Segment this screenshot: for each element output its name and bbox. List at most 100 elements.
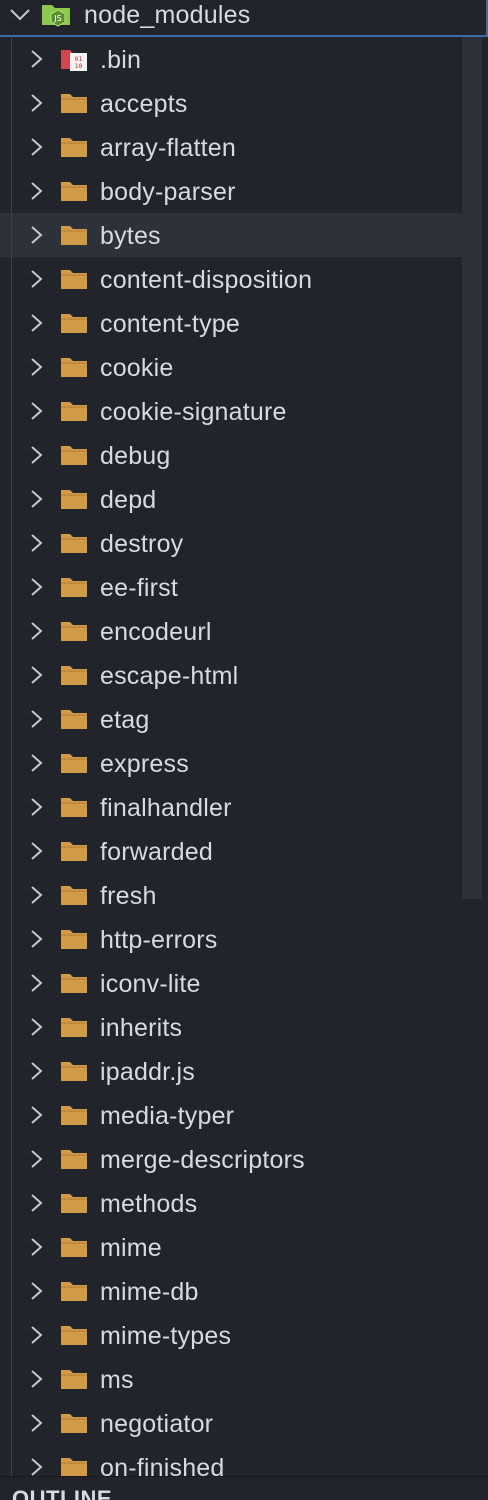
tree-item[interactable]: media-typer [0, 1093, 488, 1137]
folder-icon [60, 443, 88, 472]
tree-item-label: ee-first [100, 574, 179, 602]
folder-icon [60, 1455, 88, 1476]
chevron-right-icon[interactable] [26, 884, 46, 911]
folder-icon [60, 267, 88, 296]
tree-item[interactable]: accepts [0, 81, 488, 125]
chevron-right-icon[interactable] [26, 180, 46, 207]
chevron-right-icon[interactable] [26, 268, 46, 295]
folder-icon [60, 751, 88, 780]
tree-item[interactable]: encodeurl [0, 609, 488, 653]
chevron-right-icon[interactable] [26, 1060, 46, 1087]
folder-icon [60, 575, 88, 604]
folder-icon [60, 663, 88, 692]
chevron-right-icon[interactable] [26, 92, 46, 119]
chevron-right-icon[interactable] [26, 972, 46, 999]
tree-item[interactable]: 01 10 .bin [0, 37, 488, 81]
folder-icon [60, 707, 88, 736]
chevron-right-icon[interactable] [26, 356, 46, 383]
tree-item[interactable]: bytes [0, 213, 488, 257]
scrollbar-thumb[interactable] [462, 37, 482, 899]
chevron-right-icon[interactable] [26, 224, 46, 251]
chevron-right-icon[interactable] [26, 928, 46, 955]
chevron-right-icon[interactable] [26, 312, 46, 339]
chevron-right-icon[interactable] [26, 708, 46, 735]
tree-item[interactable]: merge-descriptors [0, 1137, 488, 1181]
tree-item-label: negotiator [100, 1410, 214, 1438]
svg-text:10: 10 [75, 62, 83, 70]
tree-item[interactable]: etag [0, 697, 488, 741]
chevron-right-icon[interactable] [26, 1192, 46, 1219]
tree-item[interactable]: array-flatten [0, 125, 488, 169]
chevron-right-icon[interactable] [26, 620, 46, 647]
chevron-right-icon[interactable] [26, 444, 46, 471]
tree-item-label: content-type [100, 310, 240, 338]
chevron-right-icon[interactable] [26, 840, 46, 867]
tree-item[interactable]: mime-types [0, 1313, 488, 1357]
folder-icon [60, 487, 88, 516]
tree-item-label: ms [100, 1366, 134, 1394]
tree-item-label: encodeurl [100, 618, 212, 646]
tree-item[interactable]: methods [0, 1181, 488, 1225]
tree-item-label: cookie-signature [100, 398, 287, 426]
folder-icon [60, 531, 88, 560]
chevron-right-icon[interactable] [26, 400, 46, 427]
tree-item[interactable]: negotiator [0, 1401, 488, 1445]
nodejs-folder-icon: JS [40, 0, 72, 33]
folder-icon [60, 1235, 88, 1264]
tree-item[interactable]: ipaddr.js [0, 1049, 488, 1093]
tree-item[interactable]: fresh [0, 873, 488, 917]
chevron-right-icon[interactable] [26, 136, 46, 163]
tree-item[interactable]: ee-first [0, 565, 488, 609]
folder-icon [60, 179, 88, 208]
tree-item-label: cookie [100, 354, 174, 382]
outline-label: OUTLINE [12, 1486, 113, 1500]
chevron-right-icon[interactable] [26, 576, 46, 603]
chevron-right-icon[interactable] [26, 664, 46, 691]
folder-icon [60, 839, 88, 868]
chevron-right-icon[interactable] [26, 796, 46, 823]
outline-section-header[interactable]: OUTLINE [0, 1476, 488, 1500]
chevron-right-icon[interactable] [26, 488, 46, 515]
chevron-right-icon[interactable] [26, 1324, 46, 1351]
tree-item[interactable]: cookie-signature [0, 389, 488, 433]
chevron-right-icon[interactable] [26, 532, 46, 559]
tree-item[interactable]: express [0, 741, 488, 785]
tree-item-label: .bin [100, 46, 142, 74]
tree-item[interactable]: inherits [0, 1005, 488, 1049]
tree-item[interactable]: content-disposition [0, 257, 488, 301]
chevron-right-icon[interactable] [26, 1456, 46, 1476]
folder-icon [60, 883, 88, 912]
tree-item[interactable]: finalhandler [0, 785, 488, 829]
folder-icon [60, 619, 88, 648]
folder-icon [60, 971, 88, 1000]
tree-item[interactable]: http-errors [0, 917, 488, 961]
chevron-right-icon[interactable] [26, 1412, 46, 1439]
tree-item[interactable]: destroy [0, 521, 488, 565]
chevron-right-icon[interactable] [26, 1368, 46, 1395]
svg-text:JS: JS [53, 14, 61, 23]
tree-item[interactable]: forwarded [0, 829, 488, 873]
tree-item[interactable]: mime [0, 1225, 488, 1269]
tree-item[interactable]: debug [0, 433, 488, 477]
chevron-right-icon[interactable] [26, 1016, 46, 1043]
tree-item[interactable]: depd [0, 477, 488, 521]
tree-item-label: bytes [100, 222, 161, 250]
tree-item[interactable]: escape-html [0, 653, 488, 697]
tree-item[interactable]: iconv-lite [0, 961, 488, 1005]
folder-icon [60, 1059, 88, 1088]
tree-item[interactable]: ms [0, 1357, 488, 1401]
chevron-right-icon[interactable] [26, 48, 46, 75]
folder-icon [60, 1191, 88, 1220]
tree-item[interactable]: body-parser [0, 169, 488, 213]
tree-root-node-modules[interactable]: JS node_modules [0, 0, 488, 37]
tree-item[interactable]: on-finished [0, 1445, 488, 1476]
chevron-right-icon[interactable] [26, 1280, 46, 1307]
chevron-right-icon[interactable] [26, 1236, 46, 1263]
chevron-right-icon[interactable] [26, 1104, 46, 1131]
chevron-right-icon[interactable] [26, 1148, 46, 1175]
tree-item[interactable]: mime-db [0, 1269, 488, 1313]
tree-item[interactable]: content-type [0, 301, 488, 345]
chevron-down-icon[interactable] [8, 2, 32, 31]
tree-item[interactable]: cookie [0, 345, 488, 389]
chevron-right-icon[interactable] [26, 752, 46, 779]
